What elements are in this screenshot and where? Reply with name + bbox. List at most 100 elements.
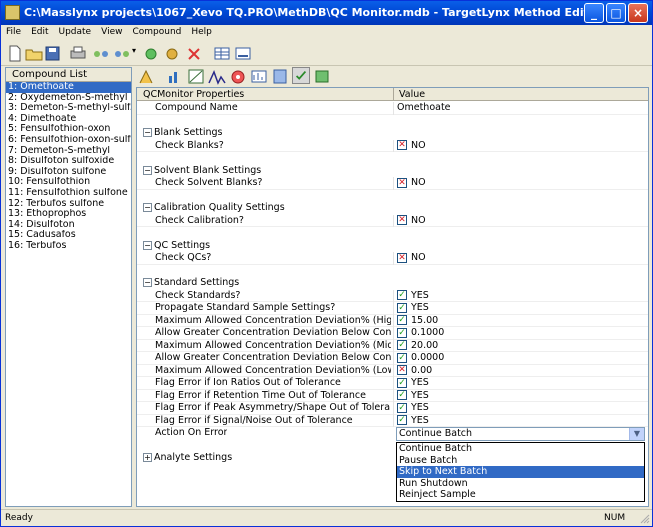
chromatogram-icon[interactable] xyxy=(208,68,226,85)
menu-edit[interactable]: Edit xyxy=(26,25,53,37)
list-item[interactable]: 2: Oxydemeton-S-methyl xyxy=(6,93,131,104)
menu-view[interactable]: View xyxy=(96,25,127,37)
menu-help[interactable]: Help xyxy=(186,25,217,37)
table-row[interactable]: Check QCs? ✕ NO xyxy=(137,252,648,265)
section-row[interactable]: − Calibration Quality Settings xyxy=(137,202,648,215)
list-item[interactable]: 6: Fensulfothion-oxon-sulf... xyxy=(6,135,131,146)
table-row[interactable]: Compound Name Omethoate xyxy=(137,102,648,115)
table-row[interactable]: Check Standards? ✓ YES xyxy=(137,289,648,302)
checked-icon[interactable]: ✓ xyxy=(397,315,407,325)
table-row[interactable]: Flag Error if Retention Time Out of Tole… xyxy=(137,389,648,402)
peak-integration-icon[interactable] xyxy=(138,68,156,85)
expand-icon[interactable]: + xyxy=(143,453,152,462)
list-item[interactable]: 15: Cadusafos xyxy=(6,230,131,241)
checked-icon[interactable]: ✓ xyxy=(397,340,407,350)
prev-compound-icon[interactable] xyxy=(92,45,110,62)
table-row[interactable]: Flag Error if Signal/Noise Out of Tolera… xyxy=(137,414,648,427)
list-item[interactable]: 7: Demeton-S-methyl xyxy=(6,146,131,157)
table-row[interactable]: Maximum Allowed Concentration Deviation%… xyxy=(137,314,648,327)
quantify-icon[interactable] xyxy=(166,68,184,85)
list-item[interactable]: 11: Fensulfothion sulfone xyxy=(6,188,131,199)
collapse-icon[interactable]: − xyxy=(143,203,152,212)
unchecked-icon[interactable]: ✕ xyxy=(397,177,407,188)
checked-icon[interactable]: ✓ xyxy=(397,377,407,388)
table-row[interactable]: Propagate Standard Sample Settings? ✓ YES xyxy=(137,302,648,315)
delete-compound-icon[interactable] xyxy=(185,45,203,62)
table-row[interactable]: Check Calibration? ✕ NO xyxy=(137,214,648,227)
checked-icon[interactable]: ✓ xyxy=(397,402,407,413)
table-row[interactable]: Check Blanks? ✕ NO xyxy=(137,139,648,152)
unchecked-icon[interactable]: ✕ xyxy=(397,140,407,150)
list-item[interactable]: 1: Omethoate xyxy=(6,82,131,93)
table-row[interactable]: Allow Greater Concentration Deviation Be… xyxy=(137,352,648,365)
insert-compound-icon[interactable] xyxy=(164,45,182,62)
list-item[interactable]: 13: Ethoprophos xyxy=(6,209,131,220)
list-item[interactable]: 12: Terbufos sulfone xyxy=(6,199,131,210)
collapse-icon[interactable]: − xyxy=(143,278,152,287)
table-row[interactable]: Allow Greater Concentration Deviation Be… xyxy=(137,327,648,340)
dropdown-option[interactable]: Pause Batch xyxy=(397,455,644,467)
table-row[interactable]: Maximum Allowed Concentration Deviation%… xyxy=(137,364,648,377)
add-compound-icon[interactable] xyxy=(143,45,161,62)
open-folder-icon[interactable] xyxy=(25,45,43,62)
list-item[interactable]: 14: Disulfoton xyxy=(6,220,131,231)
compound-dropdown-arrow-icon[interactable]: ▾ xyxy=(132,46,136,55)
unchecked-icon[interactable]: ✕ xyxy=(397,365,407,375)
checked-icon[interactable]: ✓ xyxy=(397,290,407,300)
compound-name-value[interactable]: Omethoate xyxy=(397,102,451,113)
action-on-error-select[interactable]: Continue Batch ▼ xyxy=(396,427,645,441)
section-row[interactable]: − QC Settings xyxy=(137,240,648,253)
calibration-icon[interactable] xyxy=(187,68,205,85)
collapse-icon[interactable]: − xyxy=(143,128,152,137)
table-row[interactable]: Flag Error if Peak Asymmetry/Shape Out o… xyxy=(137,402,648,415)
dropdown-option[interactable]: Continue Batch xyxy=(397,443,644,455)
close-button[interactable]: × xyxy=(628,3,648,23)
print-icon[interactable] xyxy=(69,45,87,62)
next-compound-icon[interactable] xyxy=(113,45,131,62)
dropdown-option[interactable]: Reinject Sample xyxy=(397,489,644,501)
menu-update[interactable]: Update xyxy=(54,25,97,37)
table-row[interactable]: Maximum Allowed Concentration Deviation%… xyxy=(137,339,648,352)
list-item[interactable]: 8: Disulfoton sulfoxide xyxy=(6,156,131,167)
form-view-icon[interactable] xyxy=(234,45,252,62)
title-bar[interactable]: C:\Masslynx projects\1067_Xevo TQ.PRO\Me… xyxy=(1,1,652,25)
dropdown-option[interactable]: Skip to Next Batch xyxy=(397,466,644,478)
unchecked-icon[interactable]: ✕ xyxy=(397,252,407,263)
resize-grip-icon[interactable] xyxy=(640,514,650,524)
dropdown-option[interactable]: Run Shutdown xyxy=(397,478,644,490)
table-row[interactable]: Check Solvent Blanks? ✕ NO xyxy=(137,177,648,190)
section-row[interactable]: − Solvent Blank Settings xyxy=(137,165,648,178)
target-icon[interactable] xyxy=(229,68,247,85)
new-file-icon[interactable] xyxy=(6,45,24,62)
list-item[interactable]: 9: Disulfoton sulfone xyxy=(6,167,131,178)
app-icon[interactable] xyxy=(5,5,20,20)
checked-icon[interactable]: ✓ xyxy=(397,415,407,425)
checked-icon[interactable]: ✓ xyxy=(397,327,407,338)
report-icon[interactable] xyxy=(271,68,289,85)
section-row[interactable]: − Blank Settings xyxy=(137,127,648,140)
table-row[interactable]: Flag Error if Ion Ratios Out of Toleranc… xyxy=(137,377,648,390)
checked-icon[interactable]: ✓ xyxy=(397,352,407,363)
save-icon[interactable] xyxy=(44,45,62,62)
list-item[interactable]: 5: Fensulfothion-oxon xyxy=(6,124,131,135)
collapse-icon[interactable]: − xyxy=(143,165,152,175)
table-view-icon[interactable] xyxy=(213,45,231,62)
list-item[interactable]: 4: Dimethoate xyxy=(6,114,131,125)
maximize-button[interactable]: □ xyxy=(606,3,626,23)
list-item[interactable]: 10: Fensulfothion xyxy=(6,177,131,188)
settings-icon[interactable] xyxy=(313,68,331,85)
chevron-down-icon[interactable]: ▼ xyxy=(629,428,644,440)
collapse-icon[interactable]: − xyxy=(143,240,152,250)
col-header-value[interactable]: Value xyxy=(399,89,425,100)
unchecked-icon[interactable]: ✕ xyxy=(397,215,407,225)
spectrum-icon[interactable] xyxy=(250,68,268,85)
section-row[interactable]: − Standard Settings xyxy=(137,277,648,290)
list-item[interactable]: 16: Terbufos xyxy=(6,241,131,252)
menu-file[interactable]: File xyxy=(1,25,26,37)
checked-icon[interactable]: ✓ xyxy=(397,302,407,313)
minimize-button[interactable]: _ xyxy=(584,3,604,23)
menu-compound[interactable]: Compound xyxy=(127,25,186,37)
checked-icon[interactable]: ✓ xyxy=(397,390,407,400)
list-item[interactable]: 3: Demeton-S-methyl-sulf... xyxy=(6,103,131,114)
col-header-properties[interactable]: QCMonitor Properties xyxy=(143,89,244,100)
